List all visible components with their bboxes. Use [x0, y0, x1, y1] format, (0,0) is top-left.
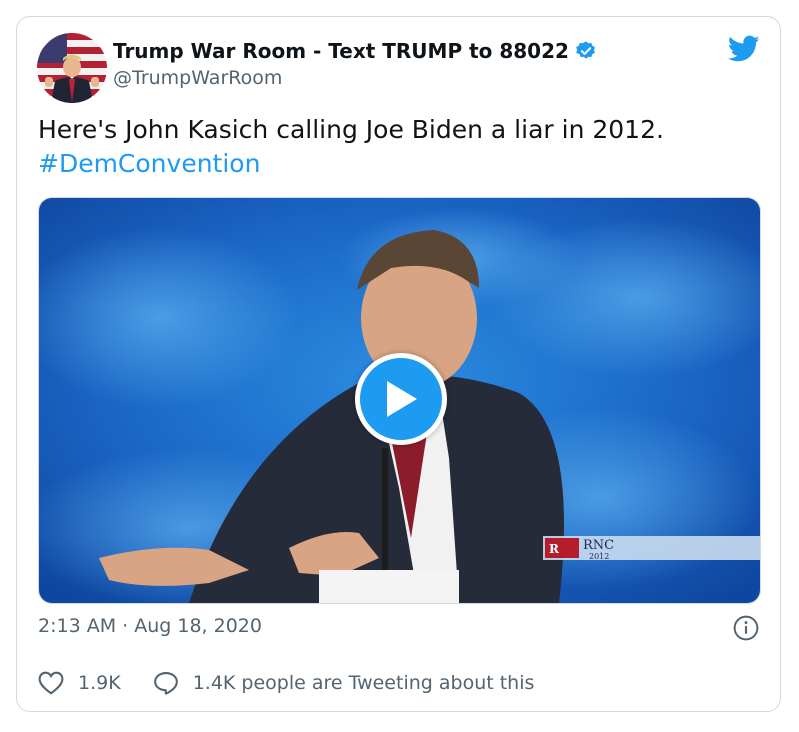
tweet-actions: 1.9K 1.4K people are Tweeting about this — [38, 671, 534, 695]
like-count: 1.9K — [78, 672, 121, 694]
tweet-card: Trump War Room - Text TRUMP to 88022 @Tr… — [16, 16, 781, 712]
author-handle[interactable]: @TrumpWarRoom — [113, 67, 597, 89]
hashtag-link[interactable]: #DemConvention — [38, 147, 758, 181]
twitter-bird-icon[interactable] — [727, 35, 760, 67]
tweet-timestamp[interactable]: 2:13 AM · Aug 18, 2020 — [38, 615, 262, 637]
svg-text:R: R — [549, 542, 560, 556]
tweet-author[interactable]: Trump War Room - Text TRUMP to 88022 @Tr… — [113, 39, 597, 89]
video-player[interactable]: R RNC 2012 — [38, 197, 761, 604]
play-button[interactable] — [355, 353, 447, 445]
conversation-count: 1.4K people are Tweeting about this — [192, 672, 535, 694]
avatar[interactable] — [37, 33, 107, 103]
info-icon[interactable] — [733, 615, 759, 645]
author-name[interactable]: Trump War Room - Text TRUMP to 88022 — [113, 39, 569, 63]
like-button[interactable]: 1.9K — [38, 671, 121, 695]
reply-bubble-icon — [153, 672, 178, 695]
play-icon — [387, 381, 417, 417]
svg-text:2012: 2012 — [589, 552, 609, 561]
conversation-button[interactable]: 1.4K people are Tweeting about this — [153, 671, 535, 695]
verified-badge-icon — [575, 40, 597, 62]
tweet-body: Here's John Kasich calling Joe Biden a l… — [38, 115, 664, 144]
rnc-logo-text: RNC — [583, 538, 614, 553]
heart-icon — [38, 671, 64, 695]
tweet-text: Here's John Kasich calling Joe Biden a l… — [38, 113, 758, 181]
